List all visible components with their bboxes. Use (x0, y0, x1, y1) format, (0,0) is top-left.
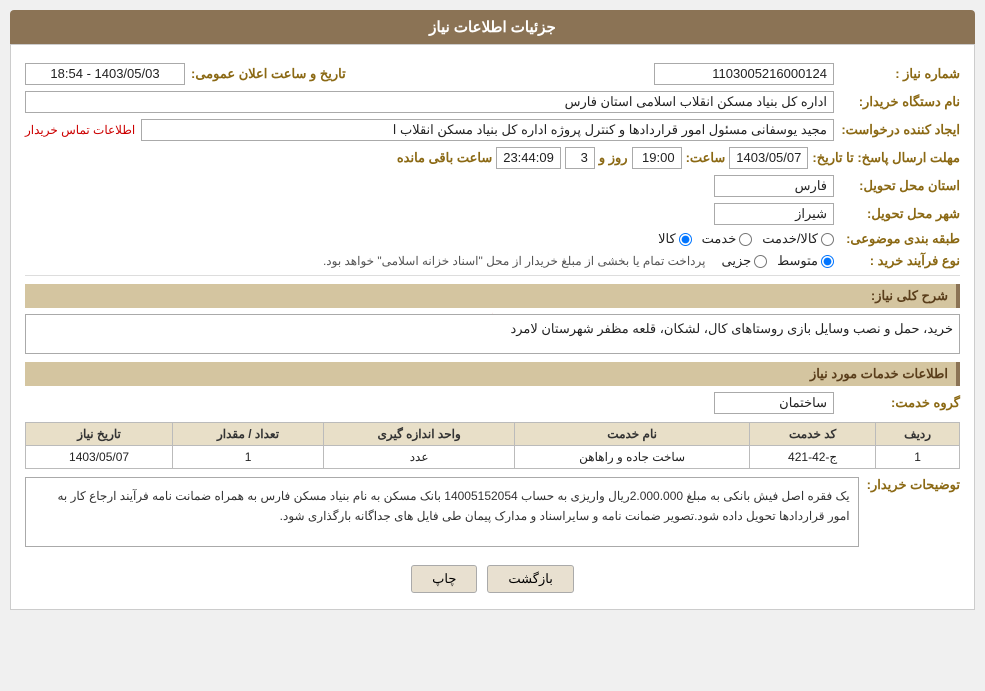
need-number-value: 1103005216000124 (654, 63, 834, 85)
deadline-remaining-label: ساعت باقی مانده (397, 150, 492, 166)
province-label: استان محل تحویل: (840, 178, 960, 194)
creator-value: مجید یوسفانی مسئول امور قراردادها و کنتر… (141, 119, 834, 141)
col-header-unit: واحد اندازه گیری (323, 423, 514, 446)
need-number-label: شماره نیاز : (840, 66, 960, 82)
category-option-kala[interactable]: کالا (658, 231, 692, 247)
back-button[interactable]: بازگشت (487, 565, 573, 593)
table-cell-qty: 1 (173, 446, 324, 469)
col-header-qty: تعداد / مقدار (173, 423, 324, 446)
deadline-time: 19:00 (632, 147, 682, 169)
services-table-container: ردیف کد خدمت نام خدمت واحد اندازه گیری ت… (25, 422, 960, 469)
deadline-remaining: 23:44:09 (496, 147, 561, 169)
process-label-motavaset: متوسط (777, 253, 818, 269)
table-cell-date: 1403/05/07 (26, 446, 173, 469)
org-name-value: اداره کل بنیاد مسکن انقلاب اسلامی استان … (25, 91, 834, 113)
process-option-motavaset[interactable]: متوسط (777, 253, 834, 269)
city-label: شهر محل تحویل: (840, 206, 960, 222)
col-header-code: کد خدمت (750, 423, 876, 446)
page-title: جزئیات اطلاعات نیاز (10, 10, 975, 44)
notes-label: توضیحات خریدار: (867, 477, 960, 493)
org-name-label: نام دستگاه خریدار: (840, 94, 960, 110)
province-value: فارس (714, 175, 834, 197)
need-summary-section-header: شرح کلی نیاز: (25, 284, 960, 308)
category-radio-khedmat[interactable] (739, 233, 752, 246)
print-button[interactable]: چاپ (411, 565, 477, 593)
table-cell-unit: عدد (323, 446, 514, 469)
col-header-name: نام خدمت (515, 423, 750, 446)
action-buttons: بازگشت چاپ (25, 565, 960, 593)
category-option-kala-khedmat[interactable]: کالا/خدمت (762, 231, 834, 247)
services-section-header: اطلاعات خدمات مورد نیاز (25, 362, 960, 386)
deadline-date: 1403/05/07 (729, 147, 808, 169)
table-cell-row: 1 (876, 446, 960, 469)
table-row: 1ج-42-421ساخت جاده و راهاهنعدد11403/05/0… (26, 446, 960, 469)
category-option-khedmat[interactable]: خدمت (702, 231, 753, 247)
process-radio-jozii[interactable] (754, 255, 767, 268)
process-description: پرداخت تمام یا بخشی از مبلغ خریدار از مح… (323, 254, 706, 268)
creator-contact-link[interactable]: اطلاعات تماس خریدار (25, 123, 135, 137)
creator-label: ایجاد کننده درخواست: (840, 122, 960, 138)
category-radio-group: کالا/خدمت خدمت کالا (658, 231, 834, 247)
service-group-value: ساختمان (714, 392, 834, 414)
col-header-date: تاریخ نیاز (26, 423, 173, 446)
deadline-days-label: روز و (599, 150, 628, 166)
announce-datetime-value: 1403/05/03 - 18:54 (25, 63, 185, 85)
process-option-jozii[interactable]: جزیی (721, 253, 767, 269)
notes-text: یک فقره اصل فیش بانکی به مبلغ 2.000.000ر… (25, 477, 859, 547)
city-value: شیراز (714, 203, 834, 225)
category-label-kala-khedmat: کالا/خدمت (762, 231, 818, 247)
category-radio-kala-khedmat[interactable] (821, 233, 834, 246)
category-radio-kala[interactable] (679, 233, 692, 246)
table-cell-name: ساخت جاده و راهاهن (515, 446, 750, 469)
process-radio-group: متوسط جزیی (721, 253, 834, 269)
need-summary-value: خرید، حمل و نصب وسایل بازی روستاهای کال،… (25, 314, 960, 354)
category-label: طبقه بندی موضوعی: (840, 231, 960, 247)
deadline-label: مهلت ارسال پاسخ: تا تاریخ: (812, 150, 960, 166)
announce-datetime-label: تاریخ و ساعت اعلان عمومی: (191, 66, 346, 82)
deadline-time-label: ساعت: (686, 150, 726, 166)
process-label: نوع فرآیند خرید : (840, 253, 960, 269)
col-header-row: ردیف (876, 423, 960, 446)
process-label-jozii: جزیی (721, 253, 751, 269)
table-cell-code: ج-42-421 (750, 446, 876, 469)
process-radio-motavaset[interactable] (821, 255, 834, 268)
service-group-label: گروه خدمت: (840, 395, 960, 411)
category-label-kala: کالا (658, 231, 676, 247)
notes-container: توضیحات خریدار: یک فقره اصل فیش بانکی به… (25, 477, 960, 555)
services-table: ردیف کد خدمت نام خدمت واحد اندازه گیری ت… (25, 422, 960, 469)
category-label-khedmat: خدمت (702, 231, 737, 247)
deadline-days: 3 (565, 147, 595, 169)
